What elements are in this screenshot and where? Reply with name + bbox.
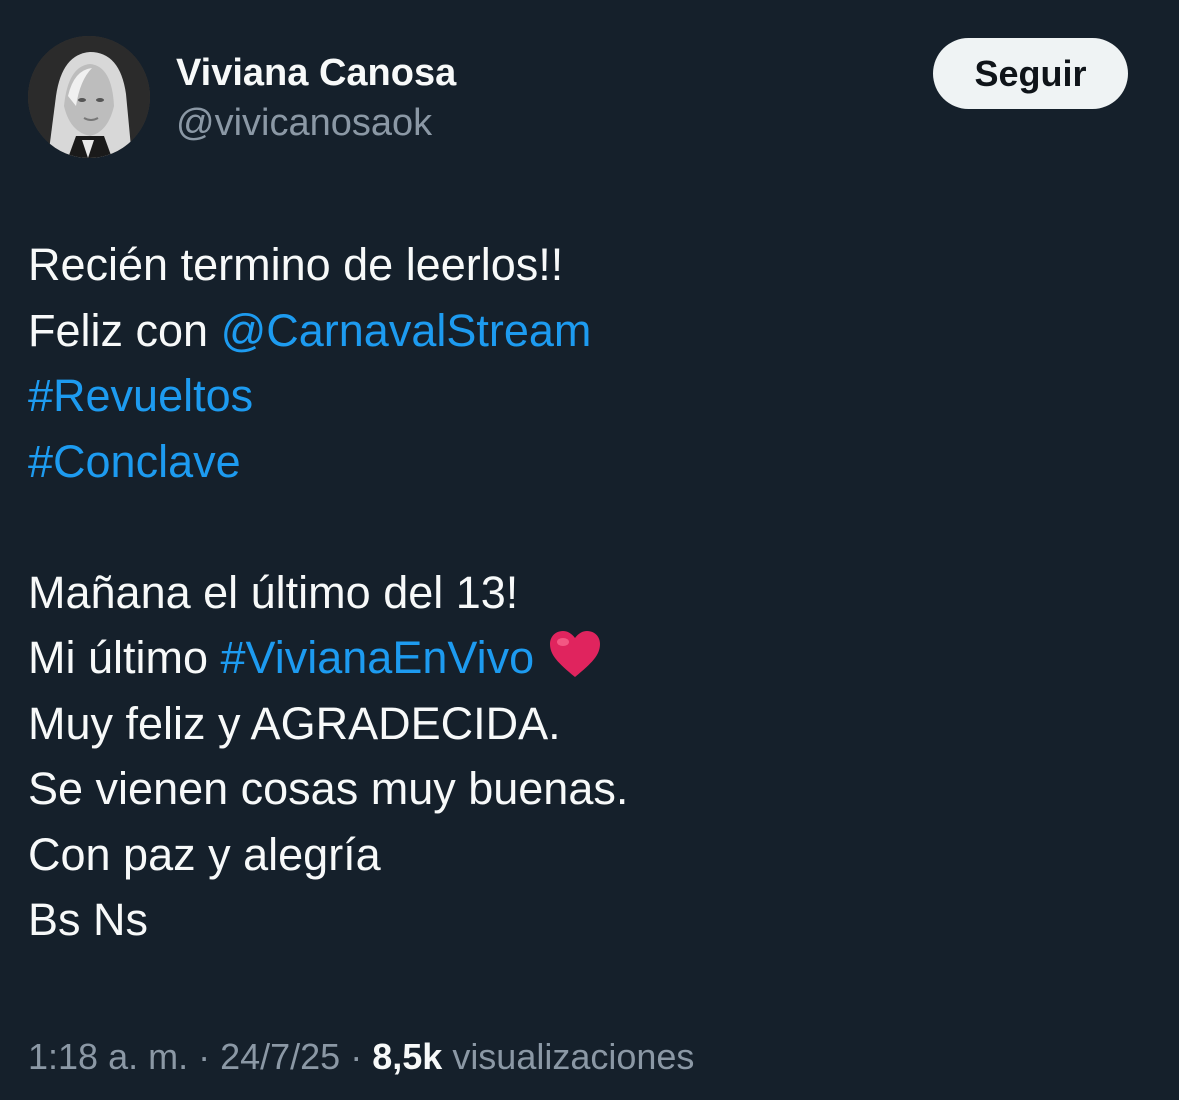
tweet-line: #Revueltos	[28, 363, 1148, 429]
tweet-text: Recién termino de leerlos!! Feliz con @C…	[28, 232, 1148, 953]
tweet-line: Con paz y alegría	[28, 828, 381, 880]
views-count: 8,5k	[372, 1036, 443, 1077]
tweet-line: Muy feliz y AGRADECIDA.	[28, 697, 561, 749]
views-label: visualizaciones	[452, 1036, 695, 1077]
avatar-photo	[28, 36, 150, 158]
hashtag-link[interactable]: #VivianaEnVivo	[221, 632, 535, 683]
hashtag-link[interactable]: #Revueltos	[28, 370, 253, 421]
tweet-line: Recién termino de leerlos!!	[28, 239, 564, 290]
tweet-line: Se vienen cosas muy buenas.	[28, 763, 629, 814]
mention-link[interactable]: @CarnavalStream	[221, 305, 592, 356]
heart-icon	[548, 629, 602, 697]
hashtag-link[interactable]: #Conclave	[28, 436, 241, 487]
author-display-name[interactable]: Viviana Canosa	[176, 50, 456, 96]
tweet-line: Mañana el último del 13!	[28, 566, 519, 618]
tweet-text-segment: Feliz con	[28, 304, 221, 356]
tweet-line: Feliz con @CarnavalStream	[28, 298, 1148, 364]
tweet-text-segment: Mi último	[28, 632, 221, 683]
meta-separator: ·	[340, 1036, 373, 1077]
author-handle[interactable]: @vivicanosaok	[176, 100, 432, 146]
tweet-line: Mi último #VivianaEnVivo	[28, 625, 1148, 691]
tweet-line: #Conclave	[28, 429, 1148, 495]
follow-button[interactable]: Seguir	[933, 38, 1128, 109]
meta-separator: ·	[188, 1036, 221, 1077]
tweet-metadata: 1:18 a. m. · 24/7/25 · 8,5k visualizacio…	[28, 1034, 694, 1080]
tweet-date[interactable]: 24/7/25	[220, 1036, 340, 1077]
tweet-line: Bs Ns	[28, 894, 149, 945]
avatar[interactable]	[28, 36, 150, 158]
tweet-time[interactable]: 1:18 a. m.	[28, 1036, 188, 1077]
